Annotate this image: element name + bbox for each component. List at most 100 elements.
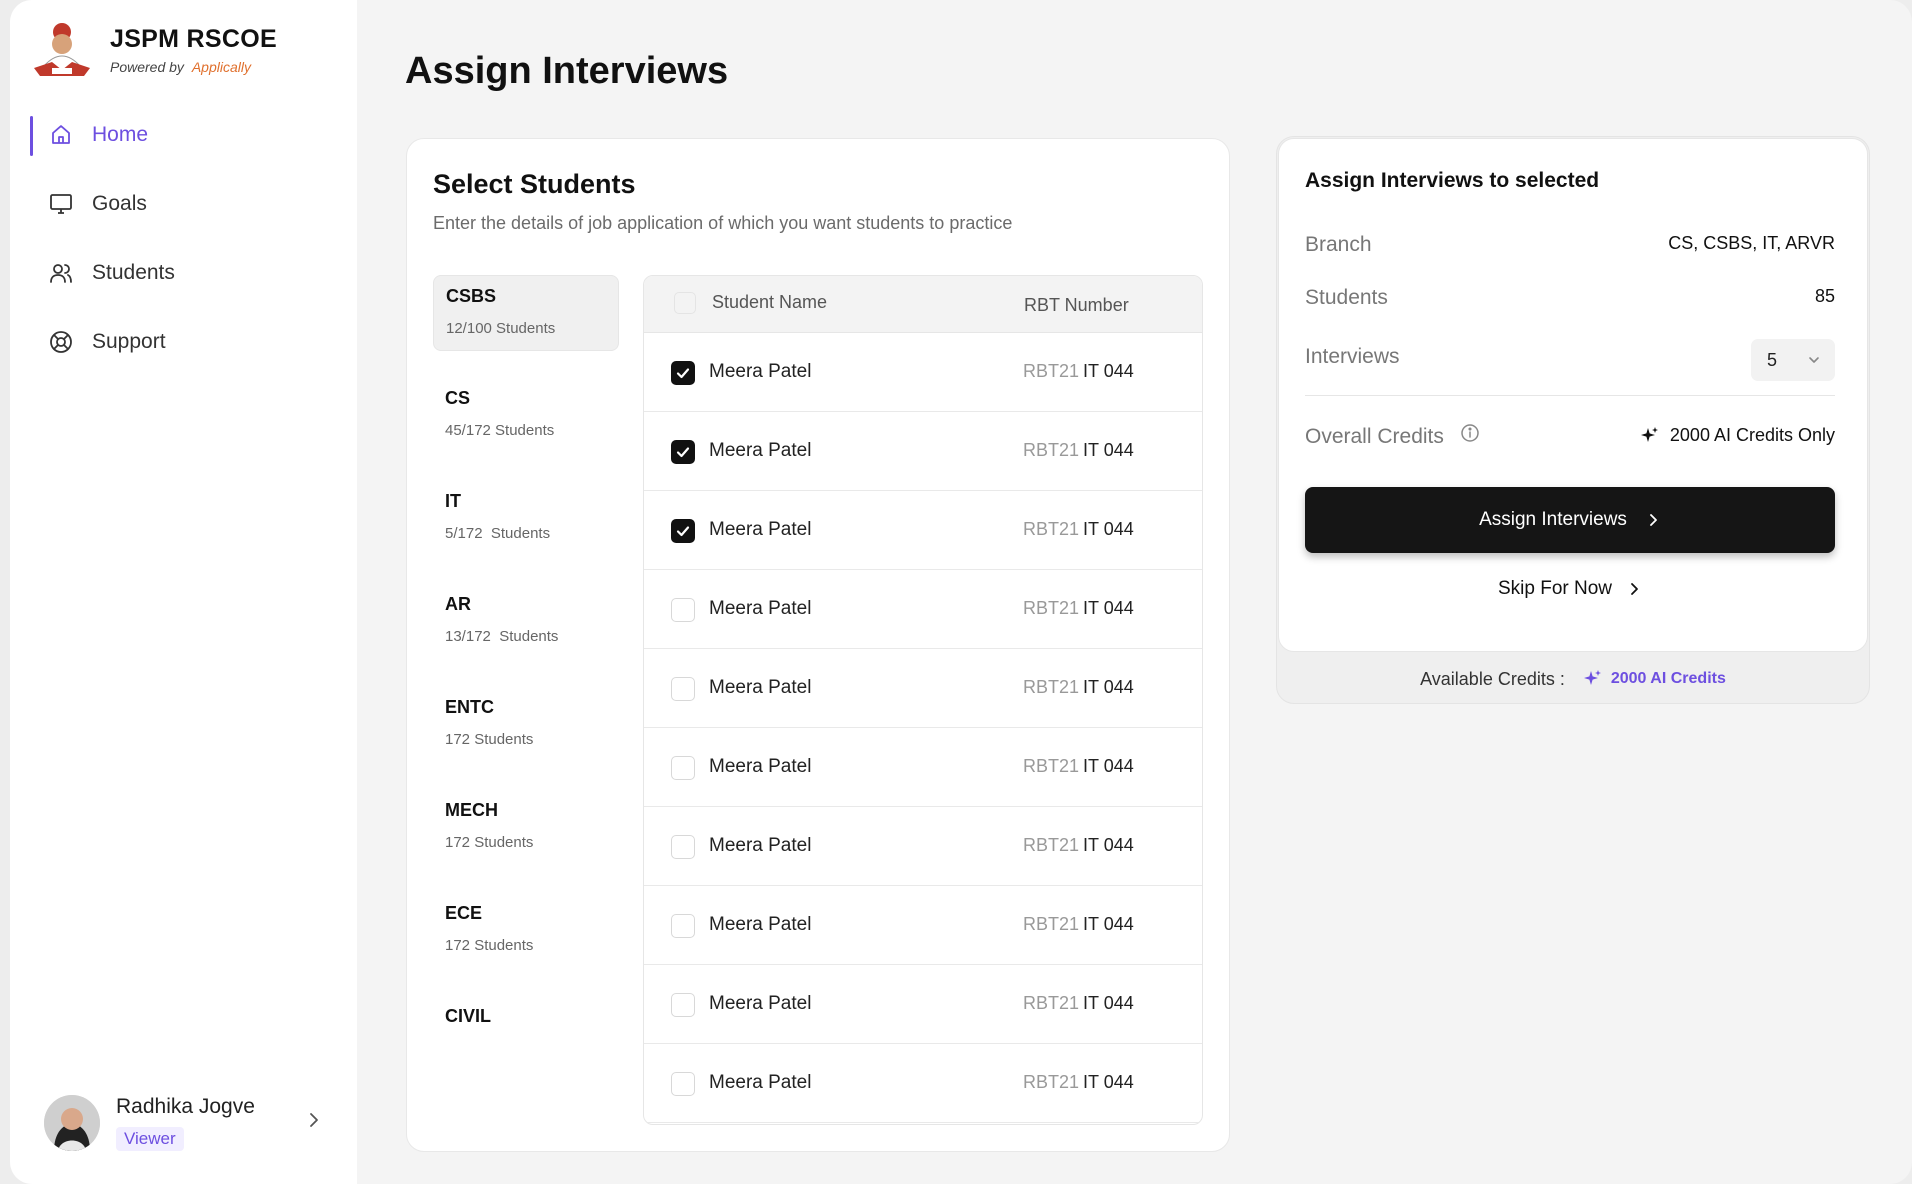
- table-row[interactable]: Meera Patel RBT21 IT 044: [644, 333, 1202, 412]
- branch-name: CSBS: [446, 286, 497, 306]
- branch-count: 5/172 Students: [445, 525, 551, 542]
- branch-count: 12/100 Students: [446, 320, 556, 337]
- select-students-description: Enter the details of job application of …: [433, 213, 1013, 233]
- student-name: Meera Patel: [709, 914, 812, 935]
- row-checkbox[interactable]: [671, 993, 695, 1017]
- table-row[interactable]: Meera Patel RBT21 IT 044: [644, 491, 1202, 570]
- rbt-suffix: IT 044: [1083, 914, 1134, 934]
- branch-name: IT: [445, 491, 461, 511]
- check-icon: [676, 447, 690, 458]
- branch-count: 13/172 Students: [445, 628, 559, 645]
- sidebar-item-label: Support: [92, 330, 166, 353]
- rbt-prefix: RBT21: [1023, 361, 1080, 381]
- rbt-prefix: RBT21: [1023, 519, 1080, 539]
- credits-value: 2000 AI Credits Only: [1640, 425, 1835, 446]
- student-name: Meera Patel: [709, 598, 812, 619]
- row-checkbox[interactable]: [671, 519, 695, 543]
- branch-item-civil[interactable]: CIVIL: [433, 996, 619, 1072]
- select-all-checkbox[interactable]: [674, 292, 696, 314]
- select-students-card: Select Students Enter the details of job…: [406, 138, 1230, 1152]
- table-row[interactable]: Meera Patel RBT21 IT 044: [644, 1044, 1202, 1123]
- interviews-row: Interviews 5: [1305, 339, 1835, 385]
- users-icon: [48, 260, 74, 286]
- rbt-prefix: RBT21: [1023, 993, 1080, 1013]
- column-header-rbt-number: RBT Number: [1024, 295, 1129, 315]
- credits-value-text: 2000 AI Credits Only: [1669, 425, 1835, 445]
- user-role-badge: Viewer: [116, 1127, 184, 1151]
- students-label: Students: [1305, 286, 1388, 309]
- check-icon: [676, 368, 690, 379]
- rbt-number: RBT21 IT 044: [1023, 440, 1134, 461]
- branch-item-mech[interactable]: MECH 172 Students: [433, 790, 619, 866]
- table-row[interactable]: Meera Patel RBT21 IT 044: [644, 807, 1202, 886]
- sidebar-item-home[interactable]: Home: [30, 112, 340, 158]
- branch-item-entc[interactable]: ENTC 172 Students: [433, 687, 619, 763]
- sidebar-item-support[interactable]: Support: [30, 319, 340, 365]
- branch-item-csbs[interactable]: CSBS 12/100 Students: [433, 275, 619, 351]
- home-icon: [48, 122, 74, 148]
- table-body: Meera Patel RBT21 IT 044 Meera Patel RBT21 IT…: [644, 333, 1202, 1123]
- branch-name: CIVIL: [445, 1006, 492, 1026]
- rbt-number: RBT21 IT 044: [1023, 598, 1134, 619]
- rbt-prefix: RBT21: [1023, 440, 1080, 460]
- rbt-number: RBT21 IT 044: [1023, 756, 1134, 777]
- table-row[interactable]: Meera Patel RBT21 IT 044: [644, 886, 1202, 965]
- row-checkbox[interactable]: [671, 835, 695, 859]
- student-name: Meera Patel: [709, 677, 812, 698]
- college-logo-icon: [34, 23, 90, 76]
- divider: [1305, 395, 1835, 396]
- row-checkbox[interactable]: [671, 914, 695, 938]
- interviews-select[interactable]: 5: [1751, 339, 1835, 381]
- table-row[interactable]: Meera Patel RBT21 IT 044: [644, 570, 1202, 649]
- table-row[interactable]: Meera Patel RBT21 IT 044: [644, 965, 1202, 1044]
- rbt-prefix: RBT21: [1023, 835, 1080, 855]
- table-row[interactable]: Meera Patel RBT21 IT 044: [644, 649, 1202, 728]
- sidebar-item-label: Goals: [92, 192, 147, 215]
- rbt-prefix: RBT21: [1023, 598, 1080, 618]
- student-name: Meera Patel: [709, 440, 812, 461]
- row-checkbox[interactable]: [671, 756, 695, 780]
- students-table: Student Name RBT Number Meera Patel RBT21…: [643, 275, 1203, 1125]
- skip-for-now-button[interactable]: Skip For Now: [1305, 569, 1835, 609]
- rbt-number: RBT21 IT 044: [1023, 361, 1134, 382]
- chevron-right-icon: [1650, 514, 1657, 526]
- branch-item-it[interactable]: IT 5/172 Students: [433, 481, 619, 557]
- branch-name: AR: [445, 594, 471, 614]
- rbt-prefix: RBT21: [1023, 1072, 1080, 1092]
- assign-interviews-button[interactable]: Assign Interviews: [1305, 487, 1835, 553]
- brand-name: JSPM RSCOE: [110, 25, 277, 53]
- chevron-right-icon: [1631, 583, 1638, 595]
- available-credits-label: Available Credits :: [1420, 668, 1565, 689]
- sidebar-item-goals[interactable]: Goals: [30, 181, 340, 227]
- credits-label: Overall Credits: [1305, 423, 1480, 449]
- table-row[interactable]: Meera Patel RBT21 IT 044: [644, 728, 1202, 807]
- user-info: Radhika Jogve Viewer: [116, 1095, 255, 1151]
- assign-card: Assign Interviews to selected Branch CS,…: [1278, 138, 1868, 652]
- student-name: Meera Patel: [709, 361, 812, 382]
- avatar: [44, 1095, 100, 1151]
- credits-row: Overall Credits 2000 AI Credits Only: [1305, 423, 1835, 465]
- row-checkbox[interactable]: [671, 1072, 695, 1096]
- rbt-number: RBT21 IT 044: [1023, 1072, 1134, 1093]
- row-checkbox[interactable]: [671, 440, 695, 464]
- student-name: Meera Patel: [709, 756, 812, 777]
- row-checkbox[interactable]: [671, 361, 695, 385]
- students-value: 85: [1814, 286, 1835, 306]
- rbt-number: RBT21 IT 044: [1023, 993, 1134, 1014]
- rbt-number: RBT21 IT 044: [1023, 519, 1134, 540]
- info-icon[interactable]: [1460, 423, 1480, 449]
- user-profile[interactable]: Radhika Jogve Viewer: [44, 1090, 324, 1156]
- sparkle-icon: [1640, 426, 1658, 442]
- row-checkbox[interactable]: [671, 677, 695, 701]
- row-checkbox[interactable]: [671, 598, 695, 622]
- rbt-suffix: IT 044: [1083, 519, 1134, 539]
- user-name: Radhika Jogve: [116, 1095, 255, 1118]
- rbt-suffix: IT 044: [1083, 1072, 1134, 1092]
- branch-item-cs[interactable]: CS 45/172 Students: [433, 378, 619, 454]
- branch-item-ar[interactable]: AR 13/172 Students: [433, 584, 619, 660]
- table-row[interactable]: Meera Patel RBT21 IT 044: [644, 412, 1202, 491]
- sidebar-item-students[interactable]: Students: [30, 250, 340, 296]
- branch-name: CS: [445, 388, 471, 408]
- student-name: Meera Patel: [709, 519, 812, 540]
- branch-item-ece[interactable]: ECE 172 Students: [433, 893, 619, 969]
